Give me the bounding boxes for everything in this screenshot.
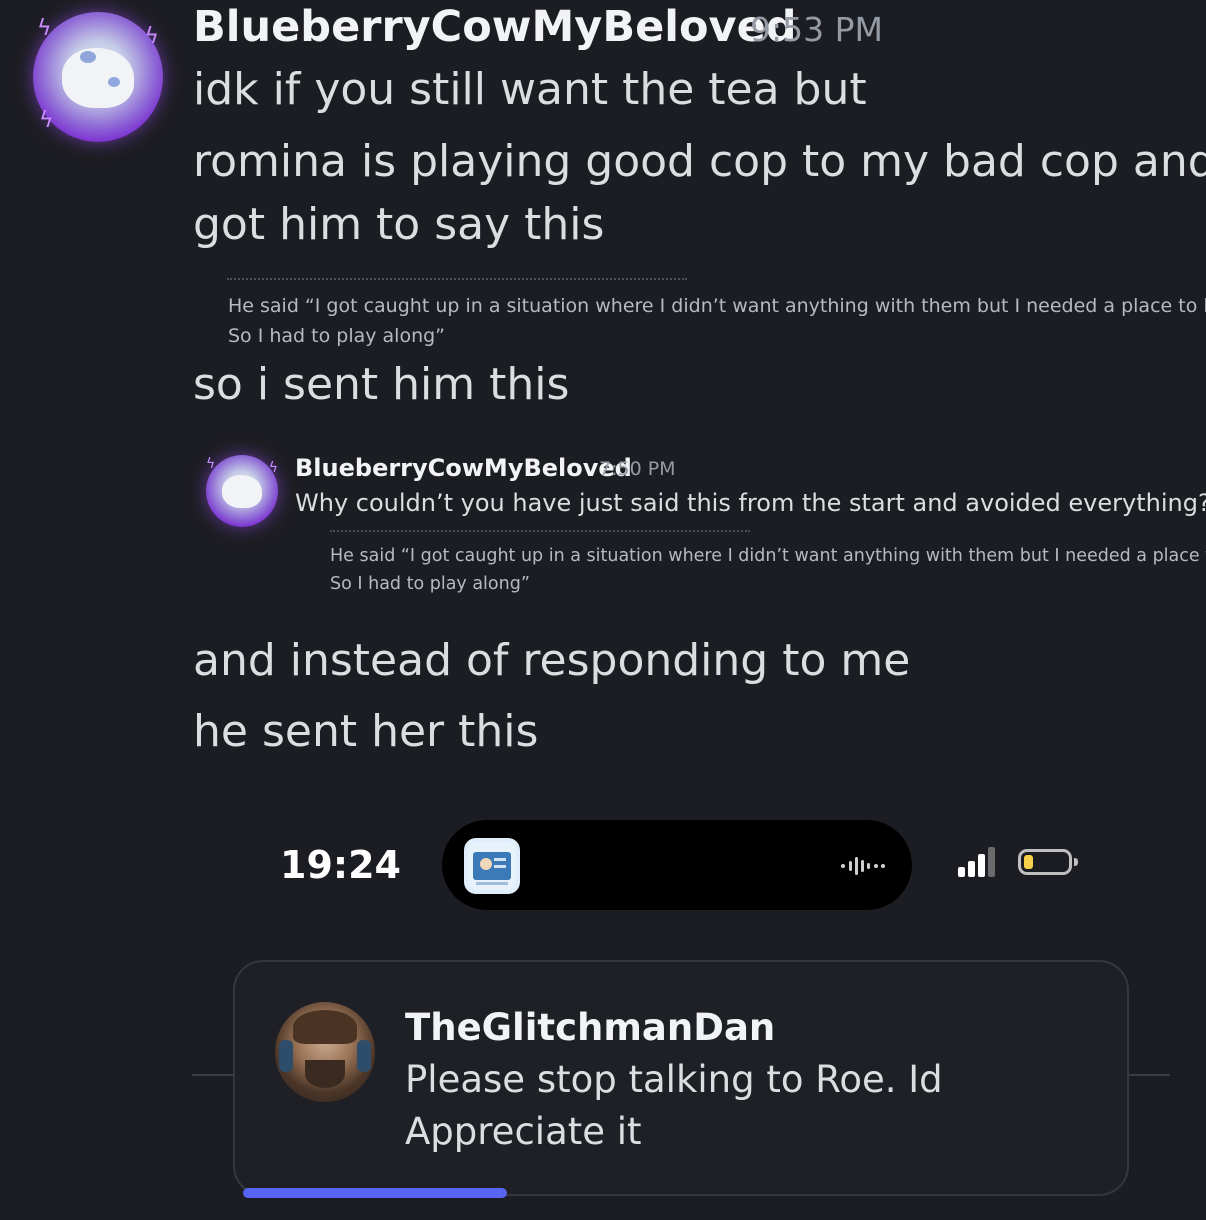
battery-level bbox=[1024, 855, 1033, 869]
message-timestamp: 9:53 PM bbox=[750, 10, 883, 49]
embedded-quoted-text: He said “I got caught up in a situation … bbox=[330, 546, 1206, 566]
author-name[interactable]: BlueberryCowMyBeloved bbox=[193, 2, 797, 52]
message-line: idk if you still want the tea but bbox=[193, 64, 867, 115]
cow-plush-image bbox=[221, 475, 263, 509]
lightning-icon: ϟ bbox=[37, 16, 52, 41]
quoted-text: He said “I got caught up in a situation … bbox=[228, 295, 1206, 317]
embedded-author-avatar: ϟ ϟ bbox=[206, 455, 278, 527]
headphones-icon bbox=[279, 1040, 293, 1072]
cow-plush-image bbox=[61, 48, 135, 109]
notification-line: Appreciate it bbox=[405, 1110, 642, 1153]
audio-wave-icon bbox=[840, 854, 892, 883]
notification-message: Please stop talking to Roe. Id Appreciat… bbox=[405, 1054, 943, 1158]
notification-sender: TheGlitchmanDan bbox=[405, 1006, 776, 1049]
lightning-icon: ϟ bbox=[268, 460, 278, 476]
embedded-quoted-text: So I had to play along” bbox=[330, 574, 530, 594]
cropped-text-edge bbox=[227, 278, 687, 282]
avatar-beard bbox=[305, 1060, 345, 1088]
author-avatar[interactable]: ϟ ϟ ϟ bbox=[33, 12, 163, 142]
message-line: so i sent him this bbox=[193, 359, 570, 410]
cow-spot bbox=[79, 51, 96, 63]
message-line: he sent her this bbox=[193, 706, 539, 757]
divider bbox=[192, 1074, 236, 1076]
phone-clock: 19:24 bbox=[280, 843, 401, 887]
avatar-hair bbox=[293, 1010, 357, 1044]
battery-tip bbox=[1074, 858, 1078, 866]
embedded-message-text: Why couldn’t you have just said this fro… bbox=[295, 489, 1206, 517]
embedded-timestamp: 7:50 PM bbox=[599, 458, 676, 480]
lightning-icon: ϟ bbox=[39, 108, 54, 133]
message-line: got him to say this bbox=[193, 199, 605, 250]
phone-status-bar: 19:24 bbox=[230, 815, 1110, 915]
embedded-author-name: BlueberryCowMyBeloved bbox=[295, 454, 632, 482]
sender-avatar bbox=[275, 1002, 375, 1102]
app-icon bbox=[464, 838, 520, 894]
dynamic-island bbox=[442, 820, 912, 910]
quoted-text: So I had to play along” bbox=[228, 325, 446, 347]
notification-line: Please stop talking to Roe. Id bbox=[405, 1058, 943, 1101]
notification-banner[interactable]: TheGlitchmanDan Please stop talking to R… bbox=[233, 960, 1129, 1196]
lightning-icon: ϟ bbox=[206, 456, 216, 472]
battery-icon bbox=[1018, 849, 1078, 875]
divider bbox=[1128, 1074, 1170, 1076]
message-line: and instead of responding to me bbox=[193, 635, 911, 686]
message-line: romina is playing good cop to my bad cop… bbox=[193, 136, 1206, 187]
signal-icon bbox=[958, 847, 998, 879]
headphones-icon bbox=[357, 1040, 371, 1072]
progress-bar bbox=[243, 1188, 507, 1198]
cropped-text-edge bbox=[330, 530, 750, 534]
lightning-icon: ϟ bbox=[144, 24, 159, 49]
